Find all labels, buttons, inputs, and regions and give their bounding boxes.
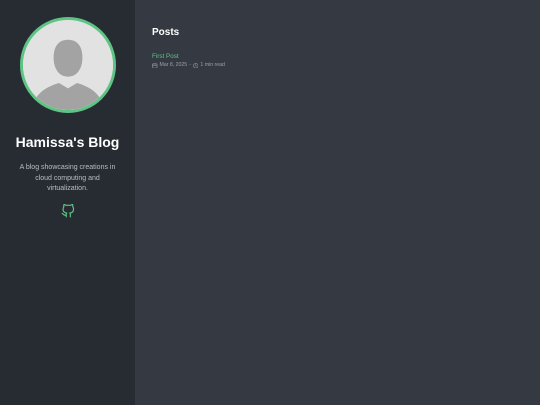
calendar-icon (152, 62, 158, 69)
post-date: Mar 8, 2025 (159, 62, 188, 68)
clock-icon (193, 62, 199, 69)
section-title: Posts (152, 27, 180, 38)
post-meta: Mar 8, 2025 - 1 min read (152, 62, 540, 69)
post-reading-time: 1 min read (200, 62, 225, 68)
user-silhouette-icon (22, 20, 113, 110)
avatar (19, 17, 116, 113)
blog-title: Hamissa's Blog (15, 134, 120, 150)
github-link[interactable] (61, 203, 75, 218)
post-item: First Post Mar 8, 2025 - 1 min read (152, 53, 540, 69)
post-title-link[interactable]: First Post (152, 53, 540, 61)
sidebar: Hamissa's Blog A blog showcasing creatio… (0, 0, 135, 405)
blog-description: A blog showcasing creations in cloud com… (19, 164, 116, 193)
github-icon (61, 203, 74, 218)
main-content: Posts First Post Mar 8, 2025 - 1 min rea… (135, 0, 540, 405)
meta-separator: - (189, 62, 191, 68)
